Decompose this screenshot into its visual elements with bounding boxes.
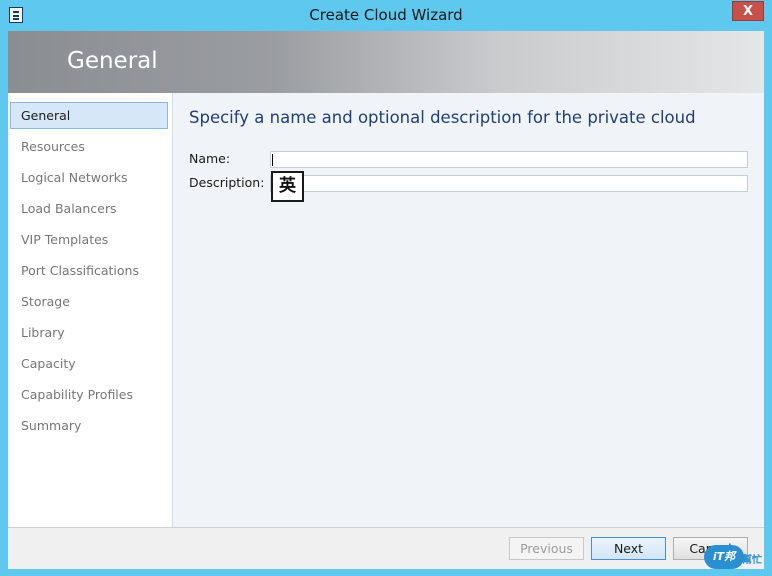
watermark-badge: iT邦	[704, 545, 744, 569]
section-heading: Specify a name and optional description …	[189, 108, 696, 127]
nav-item-summary[interactable]: Summary	[10, 412, 168, 439]
description-label: Description:	[189, 175, 265, 190]
watermark-text: 幫忙	[742, 555, 762, 566]
page-title: General	[67, 48, 158, 74]
nav-item-library[interactable]: Library	[10, 319, 168, 346]
nav-item-port-classifications[interactable]: Port Classifications	[10, 257, 168, 284]
wizard-client: General General Resources Logical Networ…	[8, 31, 764, 569]
nav-item-vip-templates[interactable]: VIP Templates	[10, 226, 168, 253]
wizard-steps-nav: General Resources Logical Networks Load …	[8, 93, 173, 527]
nav-item-capacity[interactable]: Capacity	[10, 350, 168, 377]
nav-item-storage[interactable]: Storage	[10, 288, 168, 315]
description-input[interactable]	[270, 175, 748, 192]
window-title: Create Cloud Wizard	[309, 6, 463, 24]
nav-item-capability-profiles[interactable]: Capability Profiles	[10, 381, 168, 408]
wizard-window: Create Cloud Wizard X General General Re…	[0, 0, 772, 576]
wizard-footer: Previous Next Cancel	[8, 527, 764, 569]
nav-item-logical-networks[interactable]: Logical Networks	[10, 164, 168, 191]
ime-mode-indicator: 英	[271, 171, 304, 202]
page-header: General	[8, 31, 764, 93]
close-button[interactable]: X	[732, 1, 764, 21]
nav-item-general[interactable]: General	[10, 102, 168, 129]
nav-item-resources[interactable]: Resources	[10, 133, 168, 160]
text-caret	[272, 154, 273, 166]
previous-button[interactable]: Previous	[509, 537, 584, 560]
next-button[interactable]: Next	[591, 537, 666, 560]
watermark-logo: iT邦 幫忙	[704, 543, 764, 569]
title-bar[interactable]: Create Cloud Wizard X	[0, 0, 772, 31]
name-input[interactable]	[270, 151, 748, 168]
name-label: Name:	[189, 151, 231, 166]
main-panel: Specify a name and optional description …	[173, 93, 764, 527]
nav-item-load-balancers[interactable]: Load Balancers	[10, 195, 168, 222]
